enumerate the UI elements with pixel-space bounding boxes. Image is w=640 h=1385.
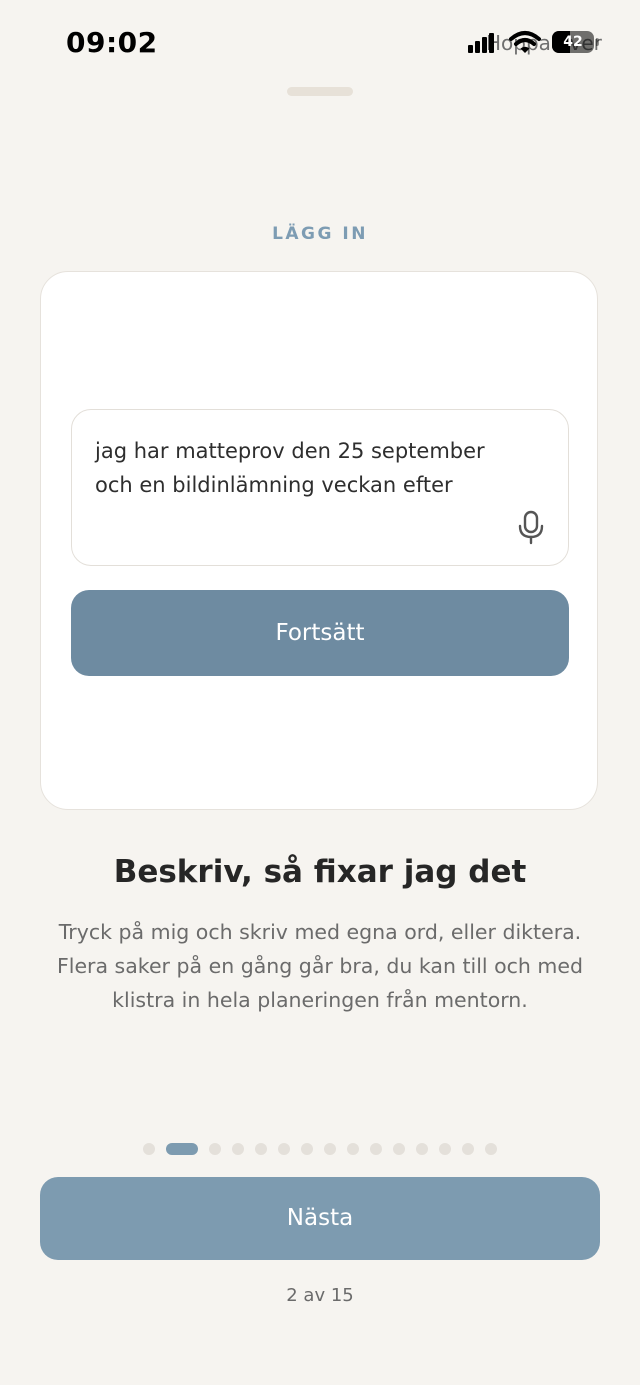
description-input-value[interactable]: jag har matteprov den 25 september och e…: [95, 434, 515, 502]
page-title: Beskriv, så fixar jag det: [113, 854, 527, 890]
battery-tip: [596, 38, 599, 46]
description-input[interactable]: jag har matteprov den 25 september och e…: [71, 409, 569, 566]
battery-percent: 42: [563, 34, 583, 50]
pager-dot[interactable]: [485, 1143, 497, 1155]
pager-dot[interactable]: [416, 1143, 428, 1155]
pager-dot[interactable]: [462, 1143, 474, 1155]
pager-dot[interactable]: [370, 1143, 382, 1155]
progress-text: 2 av 15: [286, 1285, 354, 1306]
pager-dot[interactable]: [143, 1143, 155, 1155]
section-eyebrow: LÄGG IN: [272, 224, 368, 244]
pager-dot-active[interactable]: [166, 1143, 198, 1155]
battery-icon: 42: [552, 31, 594, 53]
page-description: Tryck på mig och skriv med egna ord, ell…: [56, 920, 584, 1012]
pager-dot[interactable]: [232, 1143, 244, 1155]
pager-dot[interactable]: [347, 1143, 359, 1155]
status-bar: 09:02 Hoppa över 42: [0, 0, 640, 86]
pager-dot[interactable]: [209, 1143, 221, 1155]
pager-dot[interactable]: [278, 1143, 290, 1155]
pager-dot[interactable]: [301, 1143, 313, 1155]
status-time: 09:02: [66, 26, 158, 59]
pager-dot[interactable]: [324, 1143, 336, 1155]
microphone-icon[interactable]: [516, 510, 546, 546]
pager-dot[interactable]: [439, 1143, 451, 1155]
pager-dot[interactable]: [393, 1143, 405, 1155]
continue-button[interactable]: Fortsätt: [71, 590, 569, 676]
pager-dot[interactable]: [255, 1143, 267, 1155]
next-button[interactable]: Nästa: [40, 1177, 600, 1260]
wifi-icon: [509, 31, 541, 53]
sheet-handle[interactable]: [287, 87, 353, 96]
signal-icon: [468, 33, 494, 53]
demo-card[interactable]: jag har matteprov den 25 september och e…: [40, 271, 598, 810]
pager-dots: [0, 1142, 640, 1156]
